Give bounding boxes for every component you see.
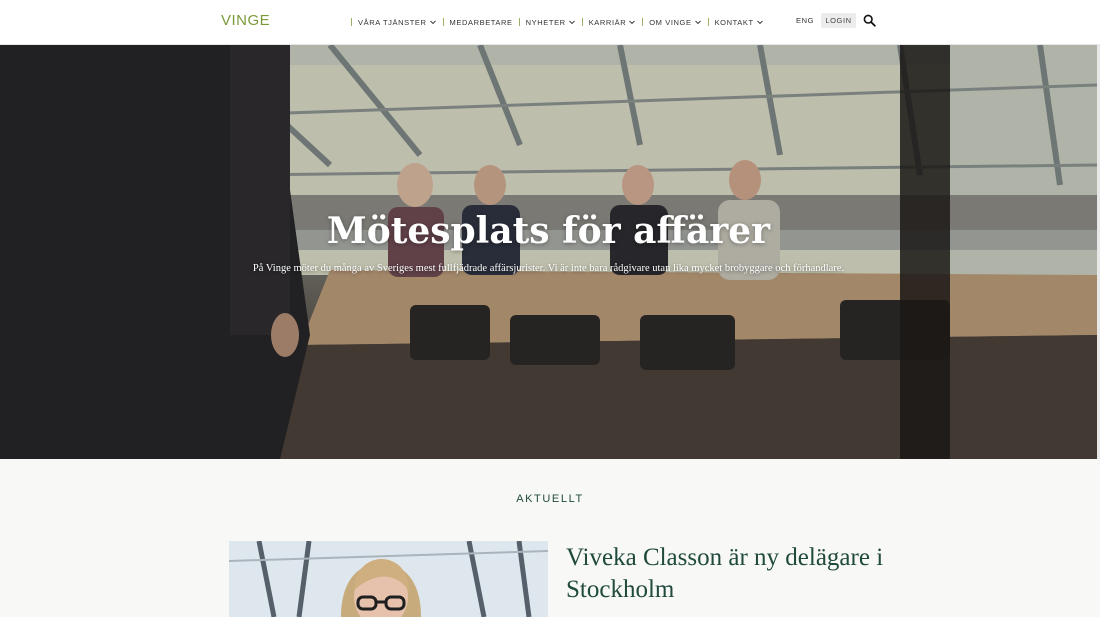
nav-label: NYHETER (525, 17, 566, 27)
chevron-down-icon (568, 18, 576, 26)
nav-item-medarbetare[interactable]: MEDARBETARE (450, 18, 513, 27)
nav-separator (707, 18, 709, 26)
nav-item-nyheter[interactable]: NYHETER (526, 18, 576, 27)
section-heading-aktuellt: AKTUELLT (516, 493, 584, 505)
hero-banner: Mötesplats för affärer På Vinge möter du… (0, 45, 1097, 459)
nav-label: VÅRA TJÄNSTER (358, 17, 427, 27)
nav-separator (518, 18, 520, 26)
language-switch[interactable]: ENG (796, 16, 814, 25)
nav-label: KONTAKT (714, 17, 754, 27)
portrait-photo (229, 541, 548, 617)
news-image[interactable] (229, 541, 548, 617)
nav-label: MEDARBETARE (449, 17, 513, 27)
nav-item-vara-tjanster[interactable]: VÅRA TJÄNSTER (358, 18, 437, 27)
chevron-down-icon (694, 18, 702, 26)
vinge-logo[interactable]: VINGE (221, 12, 270, 29)
nav-item-om-vinge[interactable]: OM VINGE (649, 18, 701, 27)
nav-item-karriar[interactable]: KARRIÄR (589, 18, 637, 27)
nav-separator (581, 18, 583, 26)
nav-item-kontakt[interactable]: KONTAKT (715, 18, 764, 27)
news-item-title[interactable]: Viveka Classon är ny delägare i Stockhol… (566, 542, 906, 606)
login-button[interactable]: LOGIN (821, 13, 856, 28)
hero-title: Mötesplats för affärer (326, 210, 771, 252)
hero-subtitle: På Vinge möter du många av Sveriges mest… (252, 263, 845, 274)
search-icon[interactable] (863, 14, 876, 27)
chevron-down-icon (429, 18, 437, 26)
nav-separator (351, 18, 352, 26)
chevron-down-icon (756, 18, 764, 26)
chevron-down-icon (628, 18, 636, 26)
main-nav: VÅRA TJÄNSTER MEDARBETARE NYHETER KARRIÄ… (345, 16, 764, 28)
nav-separator (442, 18, 444, 26)
nav-separator (642, 18, 644, 26)
hero-photo (0, 45, 1097, 459)
nav-label: OM VINGE (649, 17, 692, 27)
nav-label: KARRIÄR (588, 17, 627, 27)
site-header: VINGE VÅRA TJÄNSTER MEDARBETARE NYHETER … (0, 0, 1100, 45)
